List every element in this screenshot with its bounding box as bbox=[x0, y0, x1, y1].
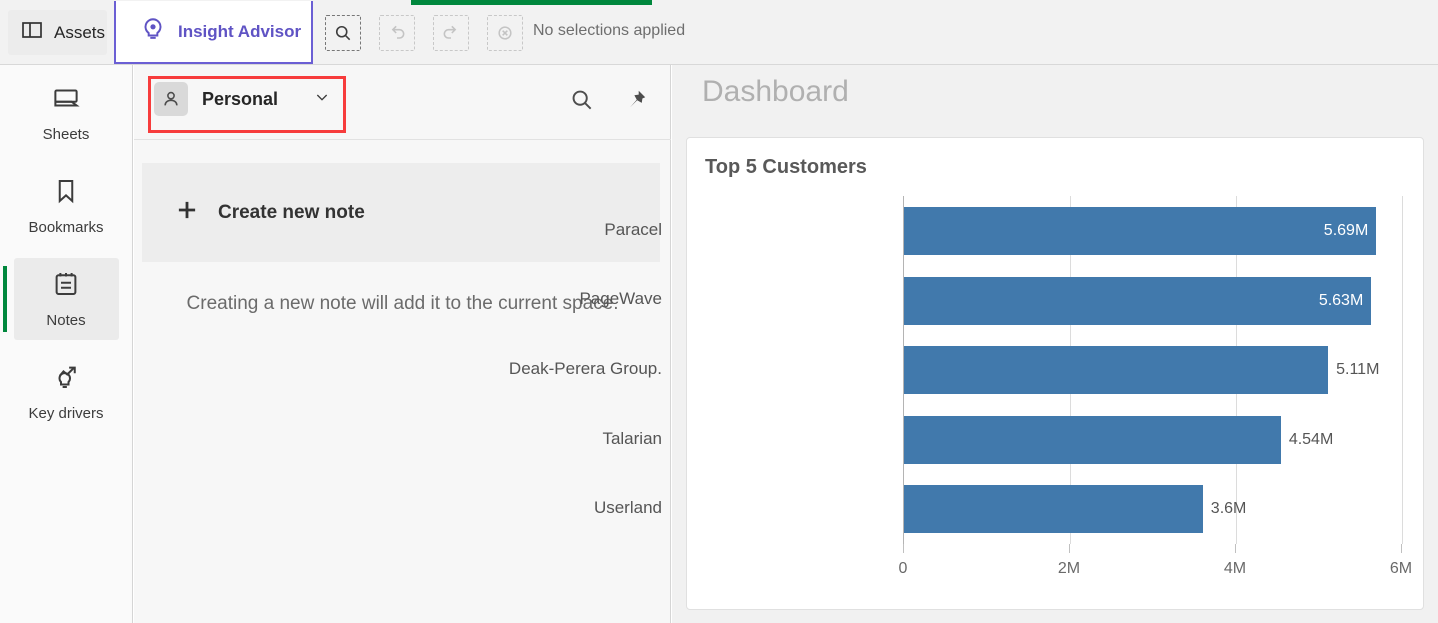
chart-x-axis: 02M4M6M bbox=[903, 544, 1401, 584]
page-title: Dashboard bbox=[702, 75, 849, 109]
chart-x-tick-label: 2M bbox=[1058, 560, 1080, 578]
chart-plot-area: 5.69MParacel5.63MPageWave5.11MDeak-Perer… bbox=[903, 196, 1401, 544]
chart-value-label: 5.63M bbox=[1319, 292, 1363, 310]
chart-value-label: 5.11M bbox=[1336, 361, 1379, 379]
chart-x-tick-label: 4M bbox=[1224, 560, 1246, 578]
chart-bar-row[interactable]: 5.11MDeak-Perera Group. bbox=[904, 335, 1402, 405]
redo-icon[interactable] bbox=[433, 15, 469, 51]
chart-bar-row[interactable]: 3.6MUserland bbox=[904, 474, 1402, 544]
key-drivers-icon bbox=[51, 362, 81, 397]
assets-button[interactable]: Assets bbox=[8, 10, 107, 55]
chevron-down-icon bbox=[314, 89, 330, 110]
chart-bar[interactable] bbox=[904, 346, 1328, 394]
insight-advisor-label: Insight Advisor bbox=[178, 22, 301, 42]
sheets-icon bbox=[51, 83, 81, 118]
sidebar-item-label-bookmarks: Bookmarks bbox=[28, 219, 103, 236]
chart-category-label: PageWave bbox=[262, 289, 662, 309]
top-toolbar: Assets Insight Advisor bbox=[0, 0, 1438, 65]
selections-search-icon[interactable] bbox=[325, 15, 361, 51]
chart-x-tick bbox=[1401, 544, 1402, 553]
left-rail: Sheets Bookmarks Notes bbox=[0, 65, 133, 623]
person-icon bbox=[154, 82, 188, 116]
chart-gridline bbox=[1402, 196, 1403, 544]
chart-value-label: 3.6M bbox=[1211, 500, 1247, 518]
green-accent-strip bbox=[411, 0, 652, 5]
sidebar-item-key-drivers[interactable]: Key drivers bbox=[14, 351, 119, 433]
chart-x-tick-label: 0 bbox=[899, 560, 908, 578]
chart-card: Top 5 Customers 5.69MParacel5.63MPageWav… bbox=[686, 137, 1424, 610]
sidebar-item-bookmarks[interactable]: Bookmarks bbox=[14, 165, 119, 247]
assets-label: Assets bbox=[54, 23, 105, 43]
chart-bar-row[interactable]: 5.69MParacel bbox=[904, 196, 1402, 266]
chart-category-label: Userland bbox=[262, 498, 662, 518]
lightbulb-eye-icon bbox=[140, 16, 166, 47]
bookmark-icon bbox=[51, 176, 81, 211]
chart-category-label: Deak-Perera Group. bbox=[262, 359, 662, 379]
tab-insight-advisor[interactable]: Insight Advisor bbox=[114, 1, 313, 64]
notes-icon bbox=[51, 269, 81, 304]
chart-x-tick-label: 6M bbox=[1390, 560, 1412, 578]
dashboard-area: Dashboard Top 5 Customers 5.69MParacel5.… bbox=[672, 65, 1438, 623]
chart-category-label: Talarian bbox=[262, 429, 662, 449]
chart-x-tick bbox=[903, 544, 904, 553]
chart-bar[interactable] bbox=[904, 416, 1281, 464]
panel-layout-icon bbox=[20, 18, 44, 47]
notes-panel: Personal bbox=[134, 65, 671, 623]
sidebar-item-label-notes: Notes bbox=[46, 312, 85, 329]
space-name-label: Personal bbox=[202, 89, 278, 110]
space-selector[interactable]: Personal bbox=[148, 76, 344, 122]
sidebar-item-label-key-drivers: Key drivers bbox=[28, 405, 103, 422]
chart-value-label: 4.54M bbox=[1289, 431, 1333, 449]
chart-bar[interactable]: 5.63M bbox=[904, 277, 1371, 325]
sidebar-item-label-sheets: Sheets bbox=[43, 126, 90, 143]
notes-panel-header: Personal bbox=[134, 65, 671, 140]
chart-value-label: 5.69M bbox=[1324, 222, 1368, 240]
pin-icon[interactable] bbox=[623, 87, 649, 118]
chart-bar-row[interactable]: 5.63MPageWave bbox=[904, 266, 1402, 336]
selection-toolbar bbox=[325, 15, 541, 51]
sidebar-item-notes[interactable]: Notes bbox=[14, 258, 119, 340]
clear-selections-icon[interactable] bbox=[487, 15, 523, 51]
chart-bar-row[interactable]: 4.54MTalarian bbox=[904, 405, 1402, 475]
create-new-note-button[interactable]: Create new note bbox=[142, 163, 660, 262]
chart-bar[interactable]: 5.69M bbox=[904, 207, 1376, 255]
chart-x-tick bbox=[1235, 544, 1236, 553]
sidebar-item-sheets[interactable]: Sheets bbox=[14, 72, 119, 154]
chart-category-label: Paracel bbox=[262, 220, 662, 240]
notes-header-actions bbox=[569, 87, 649, 118]
chart-bar[interactable] bbox=[904, 485, 1203, 533]
app-root: Assets Insight Advisor bbox=[0, 0, 1438, 623]
chart-x-tick bbox=[1069, 544, 1070, 553]
search-icon[interactable] bbox=[569, 87, 595, 118]
plus-icon bbox=[174, 197, 200, 228]
undo-icon[interactable] bbox=[379, 15, 415, 51]
chart-title: Top 5 Customers bbox=[705, 156, 867, 179]
bar-chart[interactable]: 5.69MParacel5.63MPageWave5.11MDeak-Perer… bbox=[687, 196, 1425, 611]
selection-status-text: No selections applied bbox=[533, 22, 685, 40]
